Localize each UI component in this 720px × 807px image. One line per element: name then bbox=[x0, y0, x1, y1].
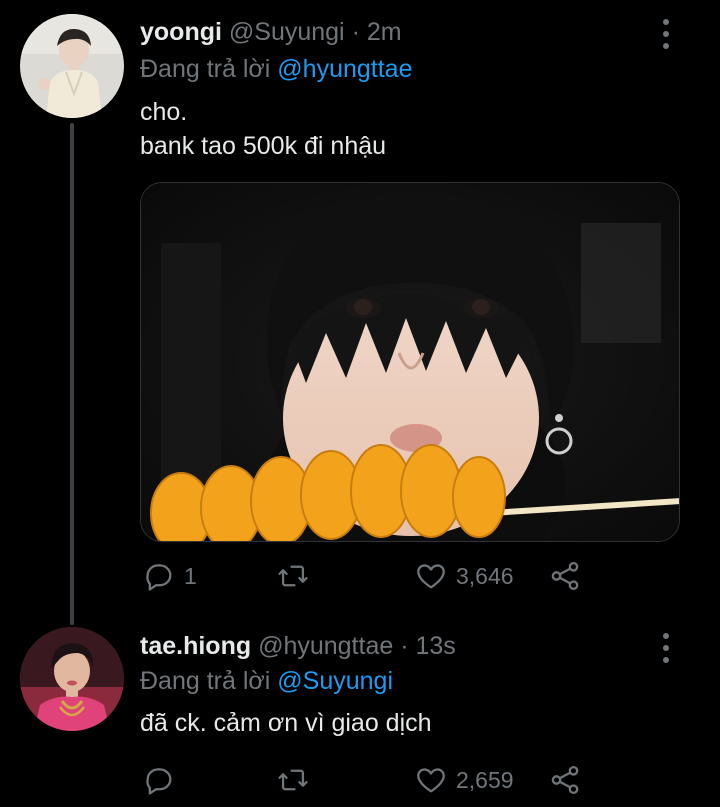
timestamp[interactable]: 2m bbox=[367, 18, 402, 46]
reply-icon bbox=[146, 768, 172, 795]
display-name[interactable]: tae.hiong bbox=[140, 632, 251, 660]
reply-icon bbox=[146, 564, 172, 591]
tweet-2[interactable]: tae.hiong @hyungttae · 13s Đang trả lời … bbox=[0, 615, 720, 807]
reply-button[interactable] bbox=[142, 760, 184, 800]
tweet-actions: 2,659 bbox=[140, 760, 680, 800]
tweet-header: yoongi @Suyungi · 2m bbox=[140, 18, 402, 47]
timestamp[interactable]: 13s bbox=[416, 632, 456, 660]
user-handle[interactable]: @hyungttae bbox=[258, 632, 393, 660]
retweet-icon bbox=[278, 565, 308, 587]
retweet-button[interactable] bbox=[275, 760, 319, 800]
user-handle[interactable]: @Suyungi bbox=[229, 18, 345, 46]
display-name[interactable]: yoongi bbox=[140, 18, 222, 46]
retweet-button[interactable] bbox=[275, 556, 319, 596]
tweet-actions: 1 3,646 bbox=[140, 556, 680, 596]
like-button[interactable]: 3,646 bbox=[414, 556, 514, 596]
replying-to: Đang trả lời @hyungttae bbox=[140, 55, 413, 84]
tweet-text: đã ck. cảm ơn vì giao dịch bbox=[140, 709, 432, 737]
like-count: 3,646 bbox=[456, 562, 514, 589]
reply-mention-link[interactable]: @Suyungi bbox=[277, 667, 393, 695]
share-icon bbox=[551, 561, 579, 591]
retweet-icon bbox=[278, 769, 308, 791]
tweet-1[interactable]: yoongi @Suyungi · 2m Đang trả lời @hyung… bbox=[0, 0, 720, 615]
heart-icon bbox=[417, 768, 445, 793]
tweet-media-image[interactable] bbox=[140, 182, 680, 542]
reply-button[interactable]: 1 bbox=[142, 556, 197, 596]
share-button[interactable] bbox=[548, 556, 582, 596]
reply-count: 1 bbox=[184, 562, 197, 589]
tweet-text: cho. bank tao 500k đi nhậu bbox=[140, 98, 387, 160]
separator-dot: · bbox=[400, 632, 409, 660]
avatar-tae-hiong[interactable] bbox=[20, 627, 124, 731]
tweet-header: tae.hiong @hyungttae · 13s bbox=[140, 632, 456, 661]
reply-mention-link[interactable]: @hyungttae bbox=[277, 55, 412, 83]
like-button[interactable]: 2,659 bbox=[414, 760, 514, 800]
avatar-yoongi[interactable] bbox=[20, 14, 124, 118]
share-button[interactable] bbox=[548, 760, 582, 800]
replying-to: Đang trả lời @Suyungi bbox=[140, 667, 393, 696]
heart-icon bbox=[417, 564, 445, 589]
like-count: 2,659 bbox=[456, 766, 514, 793]
more-icon[interactable] bbox=[660, 19, 672, 49]
reply-prefix: Đang trả lời bbox=[140, 55, 271, 83]
separator-dot: · bbox=[351, 18, 360, 46]
more-icon[interactable] bbox=[660, 633, 672, 663]
share-icon bbox=[551, 765, 579, 795]
reply-prefix: Đang trả lời bbox=[140, 667, 271, 695]
